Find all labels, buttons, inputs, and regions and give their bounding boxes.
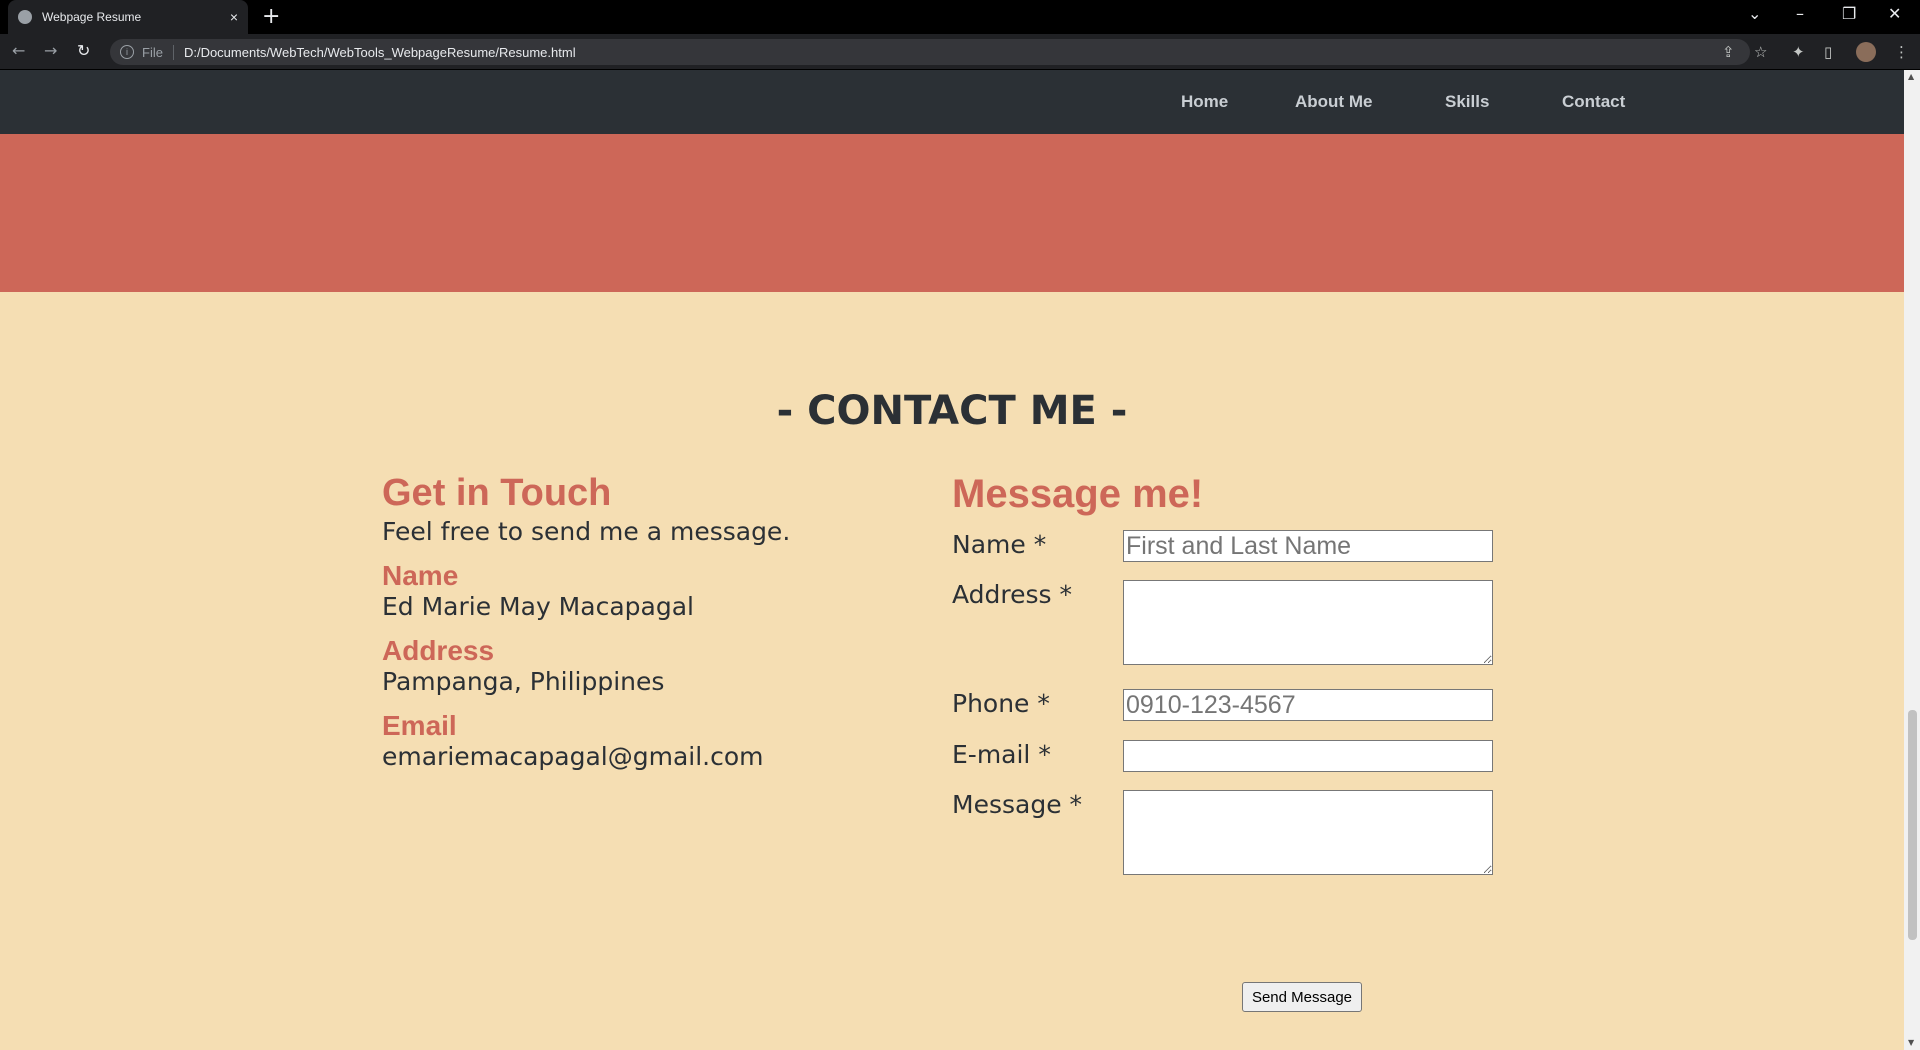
restore-icon[interactable]: ❐ — [1842, 4, 1856, 23]
tab-search-icon[interactable]: ⌄ — [1748, 4, 1761, 23]
extensions-icon[interactable]: ✦ — [1792, 43, 1805, 61]
site-navbar: Home About Me Skills Contact — [0, 70, 1904, 134]
get-in-touch-title: Get in Touch — [382, 472, 612, 514]
scrollbar-thumb[interactable] — [1908, 710, 1917, 940]
contact-heading: - CONTACT ME - — [776, 388, 1128, 434]
minimize-icon[interactable]: – — [1796, 4, 1804, 23]
profile-avatar[interactable] — [1856, 42, 1876, 62]
scroll-down-icon[interactable]: ▼ — [1908, 1038, 1914, 1047]
globe-icon — [18, 10, 32, 24]
page-viewport: Home About Me Skills Contact - CONTACT M… — [0, 70, 1904, 1050]
email-label: Email — [382, 710, 457, 741]
browser-tab[interactable]: Webpage Resume × — [8, 0, 248, 34]
name-input[interactable] — [1123, 530, 1493, 562]
address-label: Address — [382, 635, 495, 666]
browser-tab-bar: Webpage Resume × + ⌄ – ❐ ✕ — [0, 0, 1920, 34]
tab-title: Webpage Resume — [42, 10, 142, 24]
bookmark-star-icon[interactable]: ☆ — [1754, 43, 1767, 61]
page-scrollbar[interactable]: ▲ ▼ — [1904, 70, 1920, 1050]
send-message-button[interactable]: Send Message — [1242, 982, 1362, 1012]
new-tab-icon[interactable]: + — [262, 4, 280, 29]
address-bar[interactable]: i File D:/Documents/WebTech/WebTools_Web… — [110, 39, 1750, 65]
message-textarea[interactable] — [1123, 790, 1493, 875]
side-panel-icon[interactable]: ▯ — [1824, 43, 1832, 61]
back-icon[interactable]: ← — [12, 41, 25, 60]
info-icon[interactable]: i — [120, 45, 134, 59]
form-name-label: Name * — [952, 530, 1047, 559]
get-in-touch-subtitle: Feel free to send me a message. — [382, 517, 791, 546]
name-value: Ed Marie May Macapagal — [382, 592, 694, 621]
contact-form: Message me! Name * Address * Phone * E-m… — [952, 472, 1493, 1012]
hero-band — [0, 134, 1904, 292]
email-input[interactable] — [1123, 740, 1493, 772]
nav-skills[interactable]: Skills — [1445, 92, 1489, 112]
address-value: Pampanga, Philippines — [382, 667, 665, 696]
form-address-label: Address * — [952, 580, 1073, 609]
forward-icon[interactable]: → — [44, 41, 57, 60]
email-value: emariemacapagal@gmail.com — [382, 742, 764, 771]
name-label: Name — [382, 560, 459, 591]
url-text[interactable]: D:/Documents/WebTech/WebTools_WebpageRes… — [184, 45, 576, 60]
message-me-title: Message me! — [952, 472, 1204, 516]
scroll-up-icon[interactable]: ▲ — [1908, 72, 1914, 81]
form-message-label: Message * — [952, 790, 1083, 819]
browser-toolbar: ← → ↻ i File D:/Documents/WebTech/WebToo… — [0, 34, 1920, 70]
reload-icon[interactable]: ↻ — [77, 41, 90, 60]
nav-contact[interactable]: Contact — [1562, 92, 1625, 112]
file-label: File — [142, 44, 174, 60]
contact-info: Get in Touch Feel free to send me a mess… — [382, 472, 790, 771]
address-textarea[interactable] — [1123, 580, 1493, 665]
nav-about-me[interactable]: About Me — [1295, 92, 1372, 112]
form-email-label: E-mail * — [952, 740, 1051, 769]
close-tab-icon[interactable]: × — [230, 9, 238, 25]
window-close-icon[interactable]: ✕ — [1888, 4, 1901, 23]
phone-input[interactable] — [1123, 689, 1493, 721]
share-icon[interactable]: ⇪ — [1722, 43, 1735, 61]
form-phone-label: Phone * — [952, 689, 1050, 718]
nav-home[interactable]: Home — [1181, 92, 1228, 112]
menu-icon[interactable]: ⋮ — [1894, 43, 1909, 61]
